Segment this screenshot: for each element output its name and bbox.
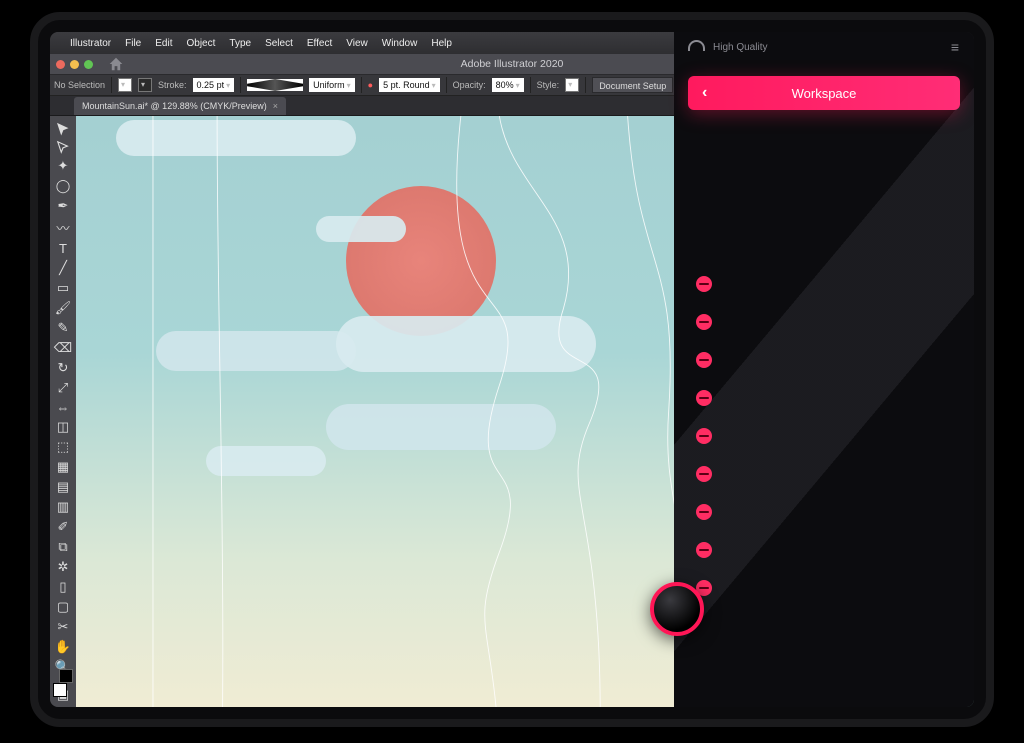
- companion-status-bar: High Quality ≡: [674, 32, 974, 62]
- opacity-label: Opacity:: [453, 80, 486, 90]
- magic-wand-tool-icon[interactable]: ✦: [53, 158, 73, 174]
- menu-view[interactable]: View: [346, 38, 368, 49]
- workspace-button[interactable]: ‹ Workspace: [688, 76, 960, 110]
- screen: Illustrator File Edit Object Type Select…: [50, 32, 974, 707]
- selection-tool-icon[interactable]: [53, 122, 73, 136]
- connection-quality: High Quality: [713, 42, 767, 53]
- eraser-tool-icon[interactable]: ⌫: [53, 340, 73, 356]
- shape-builder-tool-icon[interactable]: ⬚: [53, 439, 73, 455]
- direct-selection-tool-icon[interactable]: [53, 140, 73, 154]
- symbol-sprayer-tool-icon[interactable]: ✲: [53, 559, 73, 575]
- lasso-tool-icon[interactable]: ◯: [53, 178, 73, 194]
- remove-icon[interactable]: [696, 466, 712, 482]
- menu-window[interactable]: Window: [382, 38, 418, 49]
- remove-icon[interactable]: [696, 314, 712, 330]
- menu-type[interactable]: Type: [229, 38, 251, 49]
- width-tool-icon[interactable]: ⇔: [53, 400, 73, 415]
- hand-tool-icon[interactable]: ✋: [53, 639, 73, 655]
- stroke-profile-icon[interactable]: [247, 79, 303, 91]
- style-label: Style:: [537, 80, 560, 90]
- scale-tool-icon[interactable]: ⤢: [53, 380, 73, 396]
- menu-app[interactable]: Illustrator: [70, 38, 111, 49]
- close-tab-icon[interactable]: ×: [273, 101, 278, 111]
- line-tool-icon[interactable]: ╱: [53, 260, 73, 276]
- shaper-tool-icon[interactable]: ✎: [53, 320, 73, 336]
- companion-panel: High Quality ≡ ‹ Workspace Adobe Illustr…: [674, 32, 974, 707]
- remove-icon[interactable]: [696, 542, 712, 558]
- menu-object[interactable]: Object: [186, 38, 215, 49]
- selection-label: No Selection: [54, 80, 105, 90]
- home-icon[interactable]: [109, 57, 123, 71]
- column-graph-tool-icon[interactable]: ▯: [53, 579, 73, 595]
- stroke-profile-select[interactable]: Uniform: [309, 78, 355, 92]
- curvature-tool-icon[interactable]: 〰: [53, 218, 73, 237]
- fullscreen-window-icon[interactable]: [84, 60, 93, 69]
- document-tab[interactable]: MountainSun.ai* @ 129.88% (CMYK/Preview)…: [74, 97, 286, 115]
- menu-effect[interactable]: Effect: [307, 38, 332, 49]
- document-tab-label: MountainSun.ai* @ 129.88% (CMYK/Preview): [82, 101, 267, 111]
- paintbrush-tool-icon[interactable]: 🖌: [53, 300, 73, 316]
- type-tool-icon[interactable]: T: [53, 241, 73, 256]
- blend-tool-icon[interactable]: ⧉: [53, 539, 73, 555]
- app-title: Adobe Illustrator 2020: [461, 58, 564, 70]
- menu-edit[interactable]: Edit: [155, 38, 172, 49]
- remove-icon[interactable]: [696, 504, 712, 520]
- eyedropper-tool-icon[interactable]: ✐: [53, 519, 73, 535]
- rotate-tool-icon[interactable]: ↻: [53, 360, 73, 376]
- mesh-tool-icon[interactable]: ▤: [53, 479, 73, 495]
- fill-swatch[interactable]: [118, 78, 132, 92]
- ipad-frame: Illustrator File Edit Object Type Select…: [30, 12, 994, 727]
- stroke-swatch[interactable]: [138, 78, 152, 92]
- brush-select[interactable]: 5 pt. Round: [379, 78, 440, 92]
- back-icon[interactable]: ‹: [702, 84, 707, 102]
- artboard-tool-icon[interactable]: ▢: [53, 599, 73, 615]
- toolbox: ✦ ◯ ✒ 〰 T ╱ ▭ 🖌 ✎ ⌫ ↻ ⤢ ⇔ ◫ ⬚ ▦ ▤ ▥ ✐ ⧉: [50, 116, 76, 707]
- remove-icon[interactable]: [696, 352, 712, 368]
- remove-icon[interactable]: [696, 428, 712, 444]
- wifi-icon: [688, 40, 705, 54]
- stroke-weight-field[interactable]: 0.25 pt: [193, 78, 235, 92]
- pen-tool-icon[interactable]: ✒: [53, 198, 73, 214]
- remove-icon[interactable]: [696, 390, 712, 406]
- remove-icon[interactable]: [696, 276, 712, 292]
- menu-help[interactable]: Help: [431, 38, 452, 49]
- rectangle-tool-icon[interactable]: ▭: [53, 280, 73, 296]
- control-knob[interactable]: [650, 582, 704, 636]
- menu-file[interactable]: File: [125, 38, 141, 49]
- free-transform-tool-icon[interactable]: ◫: [53, 419, 73, 435]
- gradient-tool-icon[interactable]: ▥: [53, 499, 73, 515]
- menu-icon[interactable]: ≡: [951, 39, 960, 55]
- document-setup-button[interactable]: Document Setup: [592, 77, 673, 93]
- slice-tool-icon[interactable]: ✂: [53, 619, 73, 635]
- window-controls: [56, 60, 93, 69]
- workspace-button-label: Workspace: [792, 86, 857, 101]
- close-window-icon[interactable]: [56, 60, 65, 69]
- menu-select[interactable]: Select: [265, 38, 293, 49]
- perspective-tool-icon[interactable]: ▦: [53, 459, 73, 475]
- opacity-field[interactable]: 80%: [492, 78, 524, 92]
- minimize-window-icon[interactable]: [70, 60, 79, 69]
- stroke-label: Stroke:: [158, 80, 187, 90]
- style-swatch[interactable]: [565, 78, 579, 92]
